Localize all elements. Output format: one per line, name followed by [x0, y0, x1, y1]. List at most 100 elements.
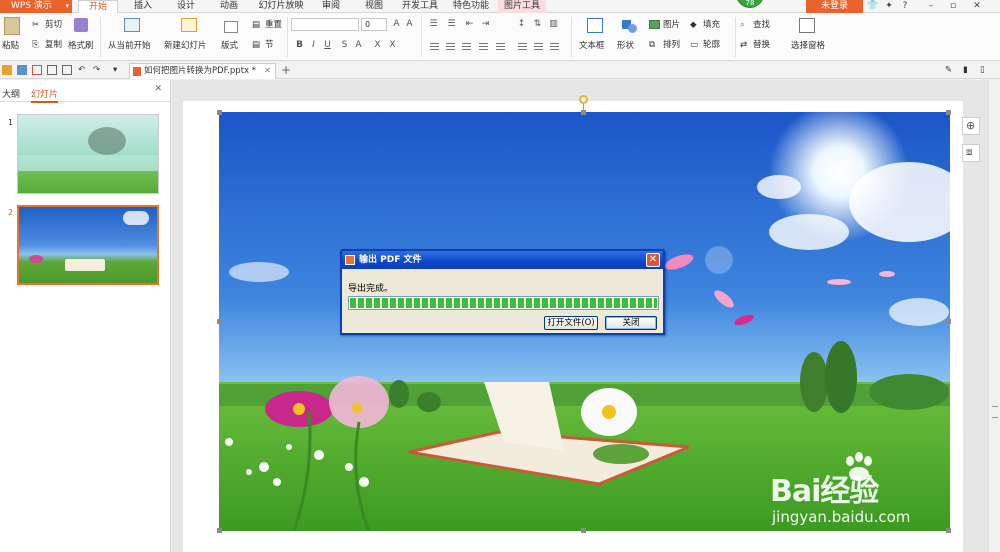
layout-icon[interactable] [224, 21, 238, 33]
tab-insert[interactable]: 插入 [127, 0, 159, 13]
search-icon[interactable]: ⌕ [740, 20, 745, 30]
print-icon[interactable] [47, 65, 57, 75]
textbox-icon[interactable] [587, 18, 603, 33]
tab-developer[interactable]: 开发工具 [398, 0, 442, 13]
align-center-icon[interactable] [446, 43, 455, 50]
open-file-button[interactable]: 打开文件(O) [544, 316, 598, 330]
rotate-handle[interactable] [579, 95, 588, 104]
tab-review[interactable]: 审阅 [315, 0, 347, 13]
picture-icon[interactable] [649, 20, 660, 29]
crop-icon[interactable]: ⧈ [962, 144, 980, 162]
bold-icon[interactable]: B [294, 40, 305, 50]
align-right-icon[interactable] [462, 43, 471, 50]
fullscreen-icon[interactable]: ▯ [980, 65, 985, 75]
layout-small-icon[interactable]: ▮ [963, 65, 968, 75]
selection-handle[interactable] [217, 528, 222, 533]
from-current-button[interactable]: 从当前开始 [108, 41, 151, 51]
font-color-icon[interactable]: A [353, 40, 364, 50]
selection-handle[interactable] [581, 528, 586, 533]
badge-counter[interactable]: 78 [736, 0, 764, 8]
find-button[interactable]: 查找 [753, 20, 770, 30]
selection-handle[interactable] [946, 110, 951, 115]
outline-icon[interactable]: ▭ [690, 40, 698, 50]
preview-icon[interactable] [62, 65, 72, 75]
reset-button[interactable]: 重置 [265, 20, 282, 30]
selection-pane-icon[interactable] [799, 18, 815, 33]
scissors-icon[interactable]: ✂ [32, 20, 39, 30]
tab-design[interactable]: 设计 [170, 0, 202, 13]
replace-button[interactable]: 替换 [753, 40, 770, 50]
section-button[interactable]: 节 [265, 40, 274, 50]
tab-slideshow[interactable]: 幻灯片放映 [254, 0, 308, 13]
scroll-grip[interactable] [992, 406, 998, 418]
folder-icon[interactable] [2, 65, 12, 75]
layout-button[interactable]: 版式 [221, 41, 238, 51]
bullet-list-icon[interactable]: ☰ [428, 19, 439, 29]
close-tab-icon[interactable]: ✕ [264, 64, 271, 78]
slideshow-icon[interactable] [124, 18, 140, 32]
close-button[interactable]: 关闭 [605, 316, 657, 330]
superscript-icon[interactable]: X [372, 40, 383, 50]
picture-button[interactable]: 图片 [663, 20, 680, 30]
shrink-font-icon[interactable]: A [404, 19, 415, 29]
align-bottom-icon[interactable] [550, 43, 559, 50]
restore-icon[interactable]: ▫ [946, 0, 960, 13]
columns-icon[interactable]: ▥ [548, 19, 559, 29]
text-direction-icon[interactable]: ⇅ [532, 19, 543, 29]
slide-thumbnail-2[interactable] [17, 205, 159, 285]
font-name-input[interactable] [291, 18, 359, 31]
zoom-in-icon[interactable]: ⊕ [962, 117, 980, 135]
fill-button[interactable]: 填充 [703, 20, 720, 30]
help-icon[interactable]: ? [898, 0, 912, 13]
undo-icon[interactable]: ↶ [78, 65, 85, 75]
align-left-icon[interactable] [430, 43, 439, 50]
replace-icon[interactable]: ⇄ [740, 40, 747, 50]
dialog-titlebar[interactable]: 输出 PDF 文件 ✕ [342, 251, 663, 269]
format-painter-icon[interactable] [74, 18, 88, 32]
arrange-button[interactable]: 排列 [663, 40, 680, 50]
copy-button[interactable]: 复制 [45, 40, 62, 50]
shape-button[interactable]: 形状 [617, 41, 634, 51]
minimize-icon[interactable]: – [924, 0, 938, 13]
justify-icon[interactable] [479, 43, 488, 50]
decrease-indent-icon[interactable]: ⇤ [464, 19, 475, 29]
tab-animation[interactable]: 动画 [213, 0, 245, 13]
tab-slides[interactable]: 幻灯片 [31, 87, 59, 103]
line-spacing-icon[interactable]: ↕ [516, 19, 527, 29]
outline-button[interactable]: 轮廓 [703, 40, 720, 50]
tab-outline[interactable]: 大纲 [2, 87, 20, 100]
grow-font-icon[interactable]: A [391, 19, 402, 29]
selection-handle[interactable] [946, 319, 951, 324]
shirt-icon[interactable]: 👕 [866, 0, 880, 13]
selection-handle[interactable] [217, 319, 222, 324]
shapes-icon[interactable] [622, 18, 638, 33]
underline-icon[interactable]: U [322, 40, 333, 50]
selection-pane-button[interactable]: 选择窗格 [791, 41, 825, 51]
section-icon[interactable]: ▤ [252, 40, 260, 50]
tab-special[interactable]: 特色功能 [449, 0, 493, 13]
chevron-down-icon[interactable]: ▾ [113, 65, 117, 75]
redo-icon[interactable]: ↷ [93, 65, 100, 75]
close-icon[interactable]: ✕ [646, 253, 660, 267]
copy-icon[interactable]: ⎘ [32, 40, 39, 50]
fill-icon[interactable]: ◆ [690, 20, 697, 30]
numbered-list-icon[interactable]: ☰ [446, 19, 457, 29]
textbox-button[interactable]: 文本框 [579, 41, 605, 51]
wps-app-menu-button[interactable]: WPS 演示 ▾ [0, 0, 72, 13]
pin-icon[interactable]: ✎ [945, 65, 952, 75]
new-tab-icon[interactable]: + [281, 63, 291, 77]
distribute-icon[interactable] [496, 43, 505, 50]
italic-icon[interactable]: I [308, 40, 319, 50]
font-size-input[interactable]: 0 [361, 18, 387, 31]
export-pdf-icon[interactable] [32, 65, 42, 75]
cut-button[interactable]: 剪切 [45, 20, 62, 30]
arrange-icon[interactable]: ⧉ [649, 40, 655, 50]
tab-picture-tools[interactable]: 图片工具 [498, 0, 546, 13]
selection-handle[interactable] [217, 110, 222, 115]
align-top-icon[interactable] [518, 43, 527, 50]
align-middle-icon[interactable] [534, 43, 543, 50]
slide-thumbnail-1[interactable] [17, 114, 159, 194]
close-window-icon[interactable]: ✕ [970, 0, 984, 13]
close-pane-icon[interactable]: ✕ [154, 84, 162, 94]
skin-icon[interactable]: ✦ [882, 0, 896, 13]
